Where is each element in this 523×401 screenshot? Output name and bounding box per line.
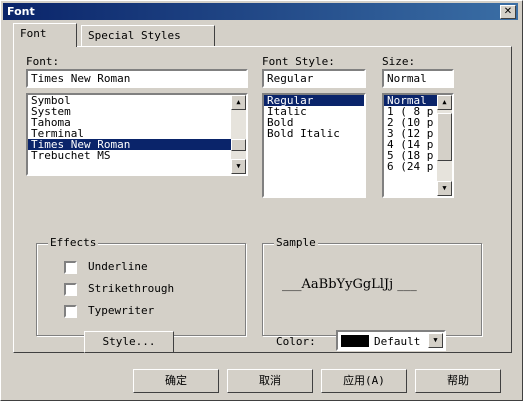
scroll-up-icon[interactable]: ▲ [231, 95, 246, 110]
font-style-label: Font Style: [262, 55, 335, 68]
scroll-thumb[interactable] [437, 113, 452, 161]
underline-checkbox[interactable] [64, 261, 77, 274]
sample-text: ___AaBbYyGgLlJj ___ [282, 277, 417, 292]
color-select[interactable]: Default ▼ [336, 330, 446, 351]
color-value: Default [374, 335, 421, 348]
effects-label: Effects [48, 236, 99, 249]
window-title: Font [7, 5, 35, 18]
font-list[interactable]: Symbol System Tahoma Terminal Times New … [26, 93, 248, 176]
font-style-list[interactable]: Regular Italic Bold Bold Italic [262, 93, 366, 198]
list-item[interactable]: Bold Italic [264, 128, 364, 139]
tab-special-styles[interactable]: Special Styles [81, 25, 215, 46]
size-list[interactable]: Normal 1 ( 8 p 2 (10 p 3 (12 p 4 (14 p 5… [382, 93, 454, 198]
style-button[interactable]: Style... [84, 331, 174, 353]
size-scrollbar[interactable]: ▲ ▼ [437, 95, 452, 196]
typewriter-checkbox[interactable] [64, 305, 77, 318]
scroll-thumb[interactable] [231, 139, 246, 151]
strikethrough-label: Strikethrough [88, 282, 175, 295]
color-label: Color: [276, 335, 316, 348]
font-style-input[interactable]: Regular [262, 69, 366, 88]
tab-font[interactable]: Font [13, 23, 77, 47]
typewriter-label: Typewriter [88, 304, 155, 317]
strikethrough-checkbox[interactable] [64, 283, 77, 296]
scroll-up-icon[interactable]: ▲ [437, 95, 452, 110]
chevron-down-icon[interactable]: ▼ [428, 333, 443, 348]
color-swatch [341, 335, 369, 347]
scroll-down-icon[interactable]: ▼ [231, 159, 246, 174]
size-label: Size: [382, 55, 416, 68]
size-input[interactable]: Normal [382, 69, 454, 88]
title-bar: Font ✕ [3, 3, 518, 20]
cancel-button[interactable]: 取消 [227, 369, 313, 393]
scroll-down-icon[interactable]: ▼ [437, 181, 452, 196]
help-button[interactable]: 帮助 [415, 369, 501, 393]
sample-label: Sample [274, 236, 318, 249]
font-scrollbar[interactable]: ▲ ▼ [231, 95, 246, 174]
ok-button[interactable]: 确定 [133, 369, 219, 393]
close-button[interactable]: ✕ [500, 5, 516, 19]
font-dialog: Font ✕ Font Special Styles Font: Times N… [0, 0, 523, 401]
font-input[interactable]: Times New Roman [26, 69, 248, 88]
font-label: Font: [26, 55, 60, 68]
tab-panel: Font: Times New Roman Symbol System Taho… [13, 46, 512, 353]
underline-label: Underline [88, 260, 148, 273]
apply-button[interactable]: 应用(A) [321, 369, 407, 393]
list-item[interactable]: Trebuchet MS [28, 150, 246, 161]
